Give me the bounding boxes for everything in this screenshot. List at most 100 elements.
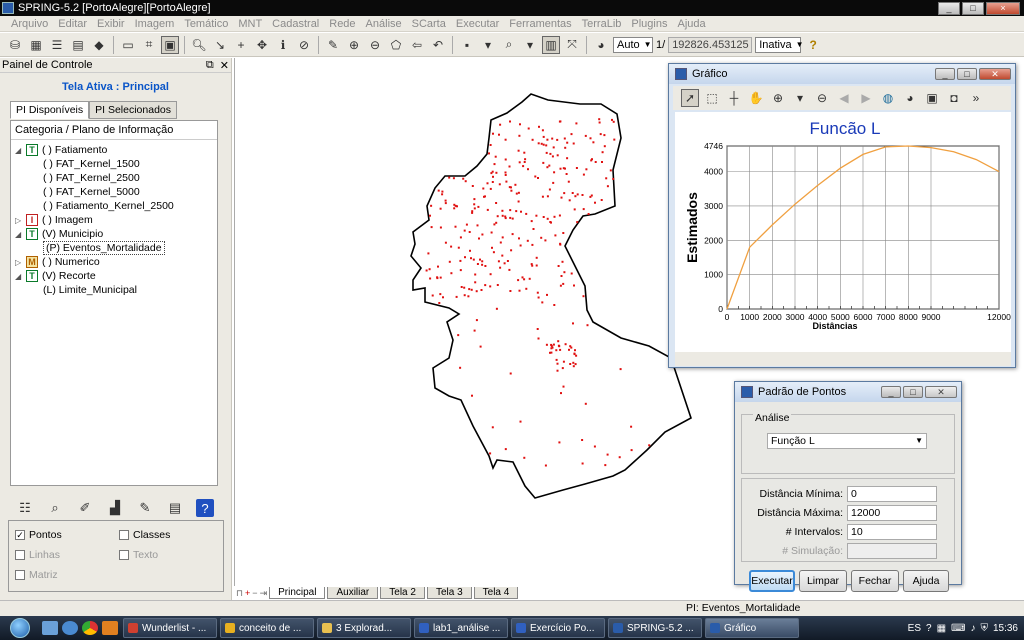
taskbar-button[interactable]: conceito de ... [220, 618, 314, 638]
menu-scarta[interactable]: SCarta [407, 18, 451, 30]
minimize-button[interactable]: _ [938, 1, 960, 15]
zoom-area-icon[interactable]: ⬠ [387, 36, 405, 54]
menu-rede[interactable]: Rede [324, 18, 360, 30]
clock[interactable]: 15:36 [993, 623, 1018, 634]
start-button[interactable] [0, 616, 40, 640]
quicklaunch-ie-icon[interactable] [62, 621, 78, 635]
tray-shield-icon[interactable]: ⛨ [980, 623, 988, 634]
tray-network-icon[interactable]: ▦ [937, 623, 946, 634]
param-input[interactable] [847, 543, 937, 559]
scale-input[interactable]: 192826.453125 [668, 36, 753, 53]
table-icon[interactable]: ▤ [166, 499, 184, 517]
menu-temtico[interactable]: Temático [179, 18, 233, 30]
checkbox-box[interactable] [15, 550, 25, 560]
chart-icon[interactable]: ▟ [106, 499, 124, 517]
pointer-icon[interactable]: ➚ [681, 89, 699, 107]
checkbox-pontos[interactable]: ✓ Pontos [15, 529, 62, 541]
crosshair-icon[interactable]: ┼ [725, 89, 743, 107]
menu-imagem[interactable]: Imagem [130, 18, 180, 30]
more-icon[interactable]: » [967, 89, 985, 107]
taskbar-button[interactable]: SPRING-5.2 ... [608, 618, 702, 638]
remove-screen-icon[interactable]: − [252, 588, 257, 598]
menu-terralib[interactable]: TerraLib [577, 18, 627, 30]
arrow-down-right-icon[interactable]: ↘ [211, 36, 229, 54]
checkbox-texto[interactable]: Texto [119, 549, 158, 561]
tree-item[interactable]: ( ) FAT_Kernel_1500 [11, 157, 217, 171]
forward-icon[interactable]: ▶ [857, 89, 875, 107]
tab-scroll-left-icon[interactable]: ⊓ [236, 588, 243, 599]
help-icon[interactable]: ? [804, 36, 822, 54]
hand-icon[interactable]: ✋ [747, 89, 765, 107]
tree-item[interactable]: ◢ T ( ) Fatiamento [11, 143, 217, 157]
inspect-icon[interactable]: ⌕ [46, 499, 64, 517]
quicklaunch-media-icon[interactable] [102, 621, 118, 635]
close-button[interactable]: × [986, 1, 1020, 15]
zoom-options-dropdown-icon[interactable]: ▾ [521, 36, 539, 54]
menu-mnt[interactable]: MNT [233, 18, 267, 30]
zoom-search-icon[interactable]: 🔍︎ [190, 36, 208, 54]
crosshair-icon[interactable]: + [232, 36, 250, 54]
quicklaunch-desktop-icon[interactable] [42, 621, 58, 635]
grafico-maximize-button[interactable]: □ [957, 68, 977, 80]
checkbox-linhas[interactable]: Linhas [15, 549, 60, 561]
checkbox-box[interactable] [119, 530, 129, 540]
tab-tela-4[interactable]: Tela 4 [473, 587, 519, 599]
zoom-options-icon[interactable]: ⌕ [500, 36, 518, 54]
add-screen-icon[interactable]: + [245, 588, 250, 598]
executar-button[interactable]: Executar [749, 570, 795, 592]
back-icon[interactable]: ◀ [835, 89, 853, 107]
ajuda-button[interactable]: Ajuda [903, 570, 949, 592]
grid-icon[interactable]: ▤ [69, 36, 87, 54]
padrao-maximize-button[interactable]: □ [903, 386, 923, 398]
fechar-button[interactable]: Fechar [851, 570, 899, 592]
undock-icon[interactable]: ⧉ [206, 59, 214, 72]
tree-item[interactable]: ▷ I ( ) Imagem [11, 213, 217, 227]
undo-icon[interactable]: ↶ [429, 36, 447, 54]
tree-item[interactable]: (L) Limite_Municipal [11, 283, 217, 297]
select-icon[interactable]: ⬚ [703, 89, 721, 107]
palette-icon[interactable]: ◕ [901, 89, 919, 107]
query-icon[interactable]: ⊘ [295, 36, 313, 54]
limpar-button[interactable]: Limpar [799, 570, 847, 592]
color-icon[interactable]: ▪ [458, 36, 476, 54]
menu-editar[interactable]: Editar [53, 18, 92, 30]
layers-icon[interactable]: ☰ [48, 36, 66, 54]
taskbar-button[interactable]: lab1_análise ... [414, 618, 508, 638]
eraser-icon[interactable]: ◆ [90, 36, 108, 54]
menu-ferramentas[interactable]: Ferramentas [504, 18, 576, 30]
previous-view-icon[interactable]: ⇦ [408, 36, 426, 54]
pan-icon[interactable]: ✥ [253, 36, 271, 54]
menu-plugins[interactable]: Plugins [626, 18, 672, 30]
pencil-icon[interactable]: ✎ [136, 499, 154, 517]
padrao-minimize-button[interactable]: _ [881, 386, 901, 398]
help-icon[interactable]: ? [196, 499, 214, 517]
color-dropdown-icon[interactable]: ▾ [479, 36, 497, 54]
tree-item[interactable]: ▷ M ( ) Numerico [11, 255, 217, 269]
tab-tela-3[interactable]: Tela 3 [426, 587, 472, 599]
select-pi-icon[interactable]: ▣ [161, 35, 179, 54]
screen-icon[interactable]: ▭ [119, 36, 137, 54]
checkbox-box[interactable] [119, 550, 129, 560]
checkbox-box[interactable]: ✓ [15, 530, 25, 540]
menu-ajuda[interactable]: Ajuda [672, 18, 710, 30]
analysis-select[interactable]: Função L ▼ [767, 433, 927, 449]
pencil-icon[interactable]: ✎ [324, 36, 342, 54]
menu-executar[interactable]: Executar [451, 18, 504, 30]
grafico-close-button[interactable]: ✕ [979, 68, 1011, 80]
language-indicator[interactable]: ES [908, 623, 921, 634]
taskbar-button[interactable]: Gráfico [705, 618, 799, 638]
tab-principal[interactable]: Principal [269, 587, 326, 599]
zoom-mode-select[interactable]: Auto ▼ [613, 36, 653, 53]
project-icon[interactable]: ▦ [27, 36, 45, 54]
menu-exibir[interactable]: Exibir [92, 18, 130, 30]
menu-anlise[interactable]: Análise [361, 18, 407, 30]
expander-icon[interactable]: ◢ [15, 146, 23, 155]
tree-item[interactable]: ◢ T (V) Recorte [11, 269, 217, 283]
status-mode-select[interactable]: Inativa ▼ [755, 36, 804, 53]
tray-help-icon[interactable]: ? [926, 623, 932, 634]
palette-icon[interactable]: ◕ [592, 36, 610, 54]
cursor-link-icon[interactable]: ⤧ [563, 36, 581, 54]
chart-area[interactable]: Funcão L 0 1000 2000 3000 4000 5000 6000 7000 800… [675, 112, 1011, 352]
padrao-close-button[interactable]: ✕ [925, 386, 957, 398]
close-icon[interactable]: ✕ [220, 59, 229, 72]
